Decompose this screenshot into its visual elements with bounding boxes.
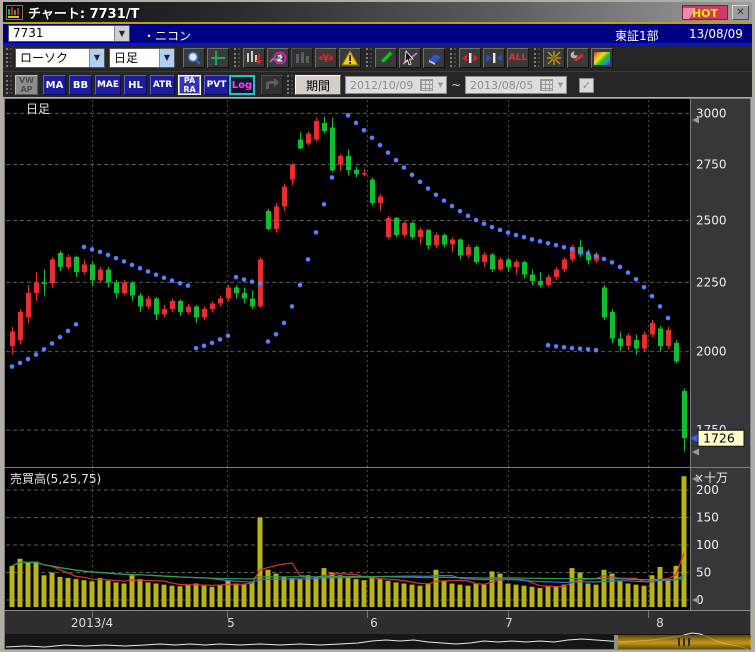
indicator-mae-button[interactable]: MAE: [95, 75, 121, 95]
stock-name: ・ニコン: [143, 27, 191, 44]
svg-text:150: 150: [696, 511, 719, 525]
last-price-marker: 1726: [690, 430, 744, 446]
ticker-input[interactable]: 7731: [9, 26, 114, 41]
toolbar-grip[interactable]: [366, 48, 372, 67]
svg-text:2000: 2000: [696, 345, 727, 359]
navigator-grip-icon: [688, 638, 690, 646]
period-button[interactable]: 期間: [295, 75, 341, 95]
window-title: チャート: 7731/T: [28, 3, 139, 22]
calendar-icon: [420, 79, 433, 91]
toolbar-grip[interactable]: [6, 48, 12, 67]
compare-icon[interactable]: 2: [267, 48, 289, 68]
navigator-grip-icon: [683, 638, 685, 646]
crosshair-icon[interactable]: [207, 48, 229, 68]
calendar-icon: [540, 79, 553, 91]
toolbar-grip[interactable]: [234, 48, 240, 67]
svg-text:2500: 2500: [696, 214, 727, 228]
title-bar[interactable]: チャート: 7731/T HOT ✕: [3, 2, 752, 22]
svg-text:5: 5: [227, 616, 235, 630]
svg-text:¥: ¥: [322, 52, 330, 65]
colors-icon[interactable]: [591, 48, 613, 68]
indicator-atr-button[interactable]: ATR: [150, 75, 175, 95]
pane1-label: 日足: [26, 102, 50, 116]
chart-export-icon[interactable]: [243, 48, 265, 68]
indicator-hl-button[interactable]: HL: [124, 75, 147, 95]
app-window: チャート: 7731/T HOT ✕ 7731 ▼ ・ニコン 東証1部 13/0…: [0, 0, 755, 652]
svg-text:1726: 1726: [703, 431, 735, 446]
svg-text:8: 8: [656, 616, 664, 630]
toolbar-grip[interactable]: [534, 48, 540, 67]
toolbar-main: ローソク ▼ 日足 ▼ 2 ¥: [3, 45, 752, 71]
ticker-combobox[interactable]: 7731 ▼: [8, 25, 130, 42]
svg-text:2250: 2250: [696, 275, 727, 289]
rainbow-swatch: [594, 52, 610, 65]
export-arrow-icon[interactable]: [261, 75, 283, 95]
quote-date: 13/08/09: [689, 27, 743, 41]
price-scale-icon[interactable]: ¥: [315, 48, 337, 68]
chevron-down-icon[interactable]: ▼: [435, 81, 446, 89]
chevron-down-icon[interactable]: ▼: [114, 26, 129, 41]
range-separator: ~: [451, 78, 461, 92]
toolbar-indicators: VWAP MA BB MAE HL ATR PARA PVT Log 期間 20…: [3, 71, 752, 97]
svg-text:×十万: ×十万: [694, 471, 728, 485]
show-all-button[interactable]: ALL: [507, 48, 529, 68]
svg-text:200: 200: [696, 483, 719, 497]
period-checkbox[interactable]: ✓: [579, 78, 594, 93]
chevron-down-icon[interactable]: ▼: [555, 81, 566, 89]
select-arrow-icon[interactable]: [399, 48, 421, 68]
chart-canvas[interactable]: 300027502500225020001750200150100500×十万日…: [4, 98, 751, 650]
gold-pattern-icon[interactable]: [543, 48, 565, 68]
svg-text:3000: 3000: [696, 106, 727, 120]
svg-text:50: 50: [696, 566, 711, 580]
toolbar-grip[interactable]: [6, 75, 12, 94]
close-icon[interactable]: ✕: [732, 5, 749, 20]
chevron-down-icon[interactable]: ▼: [89, 49, 104, 67]
price-volume-chart: 300027502500225020001750200150100500×十万日…: [4, 98, 751, 650]
alert-icon[interactable]: [339, 48, 361, 68]
svg-text:7: 7: [505, 616, 513, 630]
shrink-bars-icon[interactable]: [483, 48, 505, 68]
app-chart-icon: [6, 5, 23, 20]
navigator-handle: [614, 635, 618, 649]
pane2-label: 売買高(5,25,75): [10, 471, 101, 486]
indicator-pvt-button[interactable]: PVT: [204, 75, 229, 95]
expand-bars-icon[interactable]: [459, 48, 481, 68]
indicator-para-button[interactable]: PARA: [178, 75, 201, 95]
svg-text:2750: 2750: [696, 157, 727, 171]
toolbar-grip[interactable]: [450, 48, 456, 67]
market-section: 東証1部: [615, 27, 659, 44]
bars-icon[interactable]: [291, 48, 313, 68]
chart-type-select[interactable]: ローソク ▼: [15, 48, 105, 68]
toolbar-grip[interactable]: [287, 75, 293, 94]
svg-text:6: 6: [370, 616, 378, 630]
indicator-vwap-button[interactable]: VWAP: [15, 75, 38, 95]
timeframe-select[interactable]: 日足 ▼: [109, 48, 175, 68]
indicator-ma-button[interactable]: MA: [43, 75, 66, 95]
indicator-bb-button[interactable]: BB: [69, 75, 92, 95]
date-from-field[interactable]: 2012/10/09 ▼: [345, 76, 447, 94]
info-bar: 7731 ▼ ・ニコン 東証1部 13/08/09: [3, 24, 752, 45]
hot-button[interactable]: HOT: [682, 5, 728, 20]
svg-text:2013/4: 2013/4: [71, 616, 113, 630]
chevron-down-icon[interactable]: ▼: [159, 49, 174, 67]
pencil-icon[interactable]: [375, 48, 397, 68]
date-to-field[interactable]: 2013/08/05 ▼: [465, 76, 567, 94]
svg-text:2: 2: [277, 55, 283, 65]
wrench-icon[interactable]: [567, 48, 589, 68]
eraser-icon[interactable]: [423, 48, 445, 68]
zoom-icon[interactable]: [183, 48, 205, 68]
log-scale-button[interactable]: Log: [229, 75, 255, 95]
navigator-grip-icon: [678, 638, 680, 646]
svg-text:100: 100: [696, 538, 719, 552]
